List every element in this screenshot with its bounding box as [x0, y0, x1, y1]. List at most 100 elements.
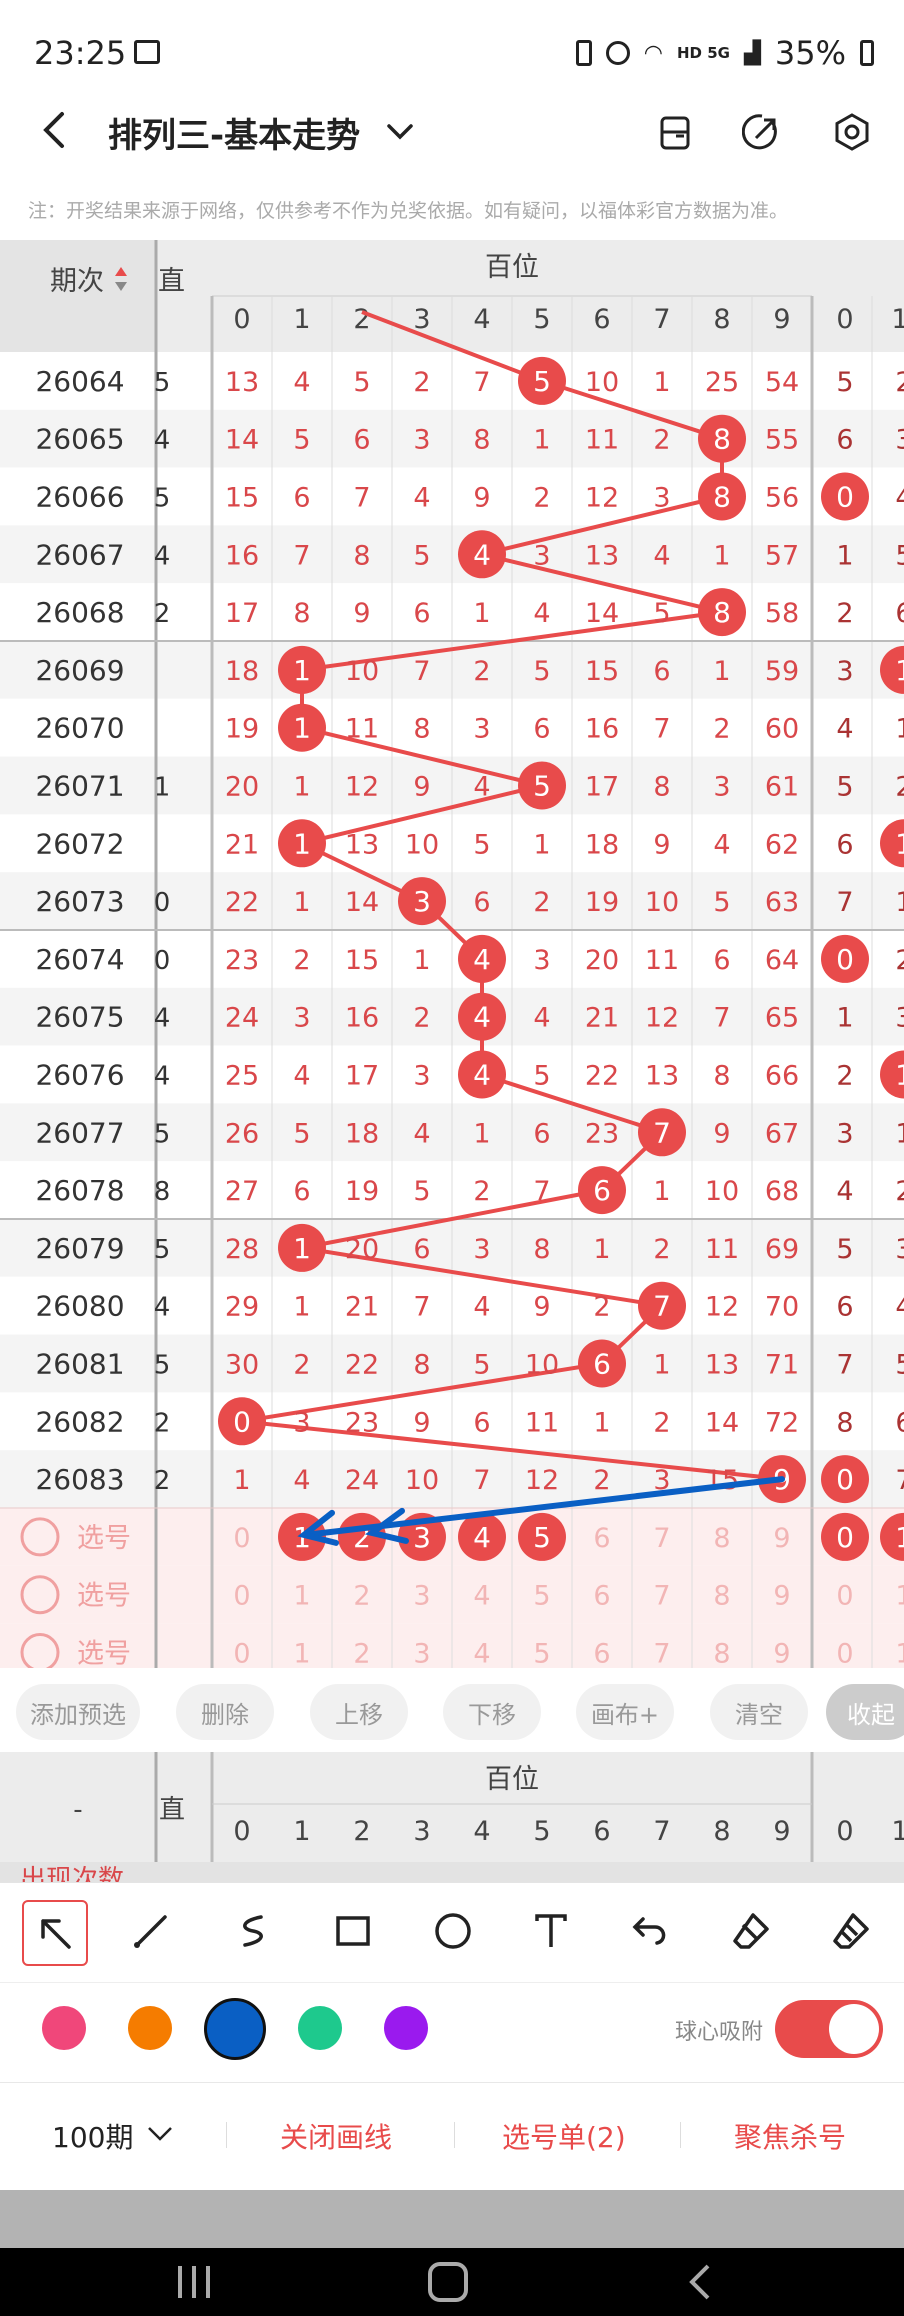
miss-cell: 14 [585, 598, 619, 629]
move-down-button[interactable]: 下移 [443, 1684, 541, 1740]
color-pink-swatch[interactable] [42, 2006, 86, 2050]
clear-button[interactable]: 清空 [710, 1684, 808, 1740]
miss-cell: 30 [225, 1350, 259, 1381]
miss-cell: 18 [345, 1118, 379, 1149]
miss-cell: 1 [293, 887, 310, 918]
period-header: 期次 [50, 266, 104, 297]
delete-button[interactable]: 删除 [176, 1684, 274, 1740]
miss-cell: 5 [413, 540, 430, 571]
home-icon[interactable] [426, 2262, 470, 2302]
select-cell: 8 [713, 1639, 730, 1670]
hit-ball-number: 0 [233, 1405, 251, 1438]
pointer-tool-icon[interactable] [22, 1900, 88, 1966]
color-purple-swatch[interactable] [384, 2006, 428, 2050]
miss-cell: 72 [765, 1407, 799, 1438]
undo-tool-icon[interactable] [620, 1900, 682, 1962]
miss-cell: 5 [353, 367, 370, 398]
canvas-plus-button[interactable]: 画布+ [576, 1684, 674, 1740]
clear-canvas-tool-icon[interactable] [820, 1900, 882, 1962]
period-select[interactable]: 100期 [52, 2116, 133, 2156]
text-tool-icon[interactable] [520, 1900, 582, 1962]
digit-header: 0 [233, 1816, 250, 1847]
line-tool-icon[interactable] [120, 1900, 182, 1962]
miss-cell: 4 [895, 1292, 904, 1323]
miss-cell: 5 [473, 1350, 490, 1381]
share-icon[interactable] [742, 112, 782, 152]
select-cell: 0 [233, 1581, 250, 1612]
curve-tool-icon[interactable] [222, 1900, 284, 1962]
digit-header: 1 [891, 304, 904, 335]
focus-kill-button[interactable]: 聚焦杀号 [734, 2116, 846, 2156]
chevron-down-icon[interactable] [146, 2122, 174, 2146]
miss-cell: 3 [413, 425, 430, 456]
gallery-icon [134, 40, 160, 64]
color-orange-swatch[interactable] [128, 2006, 172, 2050]
miss-cell: 6 [895, 598, 904, 629]
miss-cell: 13 [645, 1061, 679, 1092]
back-nav-icon[interactable] [684, 2262, 714, 2302]
hit-ball-number: 1 [895, 1059, 904, 1092]
select-label: 选号 [77, 1581, 131, 1612]
collapse-button[interactable]: 收起 [826, 1684, 904, 1740]
alarm-icon [605, 41, 630, 65]
miss-cell: 4 [653, 540, 670, 571]
battery-text: 35% [774, 34, 846, 72]
hit-ball-number: 4 [473, 1059, 491, 1092]
digit-header: 9 [773, 1816, 790, 1847]
select-cell: 1 [293, 1581, 310, 1612]
chevron-down-icon[interactable] [385, 116, 415, 146]
miss-cell: 26 [225, 1118, 259, 1149]
miss-cell: 6 [713, 945, 730, 976]
zhi-cell: 2 [154, 1408, 171, 1438]
color-green-swatch[interactable] [298, 2006, 342, 2050]
miss-cell: 6 [836, 1292, 853, 1323]
add-preselect-button[interactable]: 添加预选 [16, 1684, 140, 1740]
miss-cell: 70 [765, 1292, 799, 1323]
miss-cell: 3 [713, 772, 730, 803]
period-cell: 26069 [35, 654, 124, 687]
miss-cell: 4 [293, 1465, 310, 1496]
zhi-cell: 1 [154, 773, 171, 803]
device-icon[interactable] [656, 112, 696, 152]
eraser-tool-icon[interactable] [720, 1900, 782, 1962]
miss-cell: 2 [895, 367, 904, 398]
signal-icon: ▟ [743, 40, 761, 66]
select-cell: 8 [713, 1523, 730, 1554]
hundreds-header: 百位 [485, 252, 539, 283]
color-blue-swatch[interactable] [204, 1998, 266, 2060]
miss-cell: 24 [345, 1465, 379, 1496]
miss-cell: 2 [533, 483, 550, 514]
period-cell: 26073 [35, 885, 124, 918]
move-up-button[interactable]: 上移 [310, 1684, 408, 1740]
circle-tool-icon[interactable] [422, 1900, 484, 1962]
miss-cell: 8 [293, 598, 310, 629]
miss-cell: 9 [353, 598, 370, 629]
digit-header: 8 [713, 304, 730, 335]
miss-cell: 6 [293, 1176, 310, 1207]
miss-cell: 17 [585, 772, 619, 803]
selected-ball-number: 4 [473, 1521, 491, 1554]
miss-cell: 22 [585, 1061, 619, 1092]
digit-header: 5 [533, 304, 550, 335]
toggle-knob[interactable] [829, 2004, 879, 2054]
recent-apps-icon[interactable] [172, 2262, 216, 2302]
digit-header: 3 [413, 304, 430, 335]
selection-list-button[interactable]: 选号单(2) [502, 2116, 626, 2156]
trend-chart[interactable]: 期次直百位01234567890126064513452751012554522… [0, 240, 904, 1670]
miss-cell: 7 [713, 1003, 730, 1034]
rectangle-tool-icon[interactable] [322, 1900, 384, 1962]
settings-icon[interactable] [832, 112, 872, 152]
miss-cell: 1 [713, 656, 730, 687]
period-cell: 26070 [35, 712, 124, 745]
miss-cell: 67 [765, 1118, 799, 1149]
miss-cell: 5 [713, 887, 730, 918]
battery-icon [860, 40, 874, 66]
miss-cell: 17 [345, 1061, 379, 1092]
trend-grid[interactable]: 期次直百位01234567890126064513452751012554522… [0, 240, 904, 1670]
network-indicator: HD 5G [676, 44, 730, 62]
wifi-icon: ◠ [643, 40, 663, 66]
close-lines-button[interactable]: 关闭画线 [280, 2116, 392, 2156]
back-icon[interactable] [36, 110, 76, 150]
miss-cell: 5 [533, 1061, 550, 1092]
page-title[interactable]: 排列三-基本走势 [108, 108, 360, 157]
